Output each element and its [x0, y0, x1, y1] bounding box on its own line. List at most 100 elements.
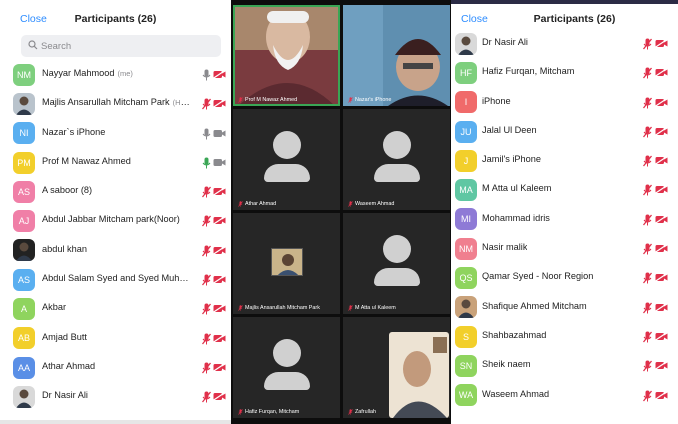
- participant-row[interactable]: Dr Nasir Ali: [0, 382, 231, 411]
- participant-row[interactable]: SN Sheik naem: [451, 351, 678, 380]
- camera-off-icon[interactable]: [655, 244, 668, 254]
- camera-off-icon[interactable]: [655, 390, 668, 400]
- mic-muted-icon[interactable]: [643, 331, 652, 343]
- participant-row[interactable]: JU Jalal Ul Deen: [451, 117, 678, 146]
- camera-off-icon[interactable]: [213, 245, 226, 255]
- mic-muted-icon[interactable]: [643, 97, 652, 109]
- participant-row[interactable]: QS Qamar Syed - Noor Region: [451, 263, 678, 292]
- mic-icon[interactable]: [202, 128, 211, 140]
- mic-muted-icon[interactable]: [643, 38, 652, 50]
- participant-row[interactable]: MA M Atta ul Kaleem: [451, 175, 678, 204]
- participant-row[interactable]: MI Mohammad idris: [451, 205, 678, 234]
- mic-muted-icon[interactable]: [202, 186, 211, 198]
- participant-name-text: A saboor (8): [42, 185, 93, 196]
- participant-row[interactable]: Dr Nasir Ali: [451, 29, 678, 58]
- camera-off-icon[interactable]: [213, 392, 226, 402]
- video-name-label: M Atta ul Kaleem: [348, 305, 396, 311]
- camera-off-icon[interactable]: [655, 273, 668, 283]
- camera-off-icon[interactable]: [655, 39, 668, 48]
- mic-muted-icon[interactable]: [202, 274, 211, 286]
- participant-row[interactable]: abdul khan: [0, 236, 231, 265]
- participant-row[interactable]: J Jamil's iPhone: [451, 146, 678, 175]
- participant-name-text: Qamar Syed - Noor Region: [482, 271, 594, 282]
- mic-muted-icon[interactable]: [643, 67, 652, 79]
- camera-off-icon[interactable]: [213, 333, 226, 343]
- mic-muted-icon[interactable]: [643, 360, 652, 372]
- participant-row[interactable]: HF Hafiz Furqan, Mitcham: [451, 58, 678, 87]
- video-tile[interactable]: Zafrullah: [343, 317, 450, 418]
- participant-row[interactable]: AA Athar Ahmad: [0, 353, 231, 382]
- avatar: AB: [13, 327, 35, 350]
- participant-name-text: Dr Nasir Ali: [482, 37, 528, 47]
- camera-off-icon[interactable]: [655, 361, 668, 371]
- camera-off-icon[interactable]: [213, 275, 226, 285]
- camera-off-icon[interactable]: [655, 302, 668, 312]
- video-tile[interactable]: Majlis Ansarullah Mitcham Park: [233, 213, 340, 314]
- mic-muted-icon[interactable]: [643, 272, 652, 284]
- mic-muted-icon[interactable]: [643, 243, 652, 255]
- video-tile[interactable]: Athar Ahmad: [233, 109, 340, 210]
- camera-off-icon[interactable]: [655, 214, 668, 224]
- participant-row[interactable]: AS Abdul Salam Syed and Syed Muha...: [0, 265, 231, 294]
- participant-name-text: Athar Ahmad: [42, 360, 96, 371]
- mic-muted-icon[interactable]: [202, 215, 211, 227]
- participant-row[interactable]: PM Prof M Nawaz Ahmed: [0, 148, 231, 177]
- participant-row[interactable]: WA Waseem Ahmad: [451, 381, 678, 410]
- participant-row[interactable]: AS A saboor (8): [0, 177, 231, 206]
- video-tile[interactable]: Prof M Nawaz Ahmed: [233, 5, 340, 106]
- video-grid: Prof M Nawaz Ahmed Nazar's iPhone Athar Ah…: [231, 0, 451, 424]
- camera-off-icon[interactable]: [213, 304, 226, 314]
- avatar: [13, 92, 35, 115]
- search-box[interactable]: [21, 35, 221, 57]
- participant-row[interactable]: NM Nasir malik: [451, 234, 678, 263]
- camera-off-icon[interactable]: [213, 187, 226, 197]
- participant-row[interactable]: IiPhone: [451, 88, 678, 117]
- mic-muted-icon[interactable]: [202, 98, 211, 110]
- participant-name-text: Abdul Jabbar Mitcham park(Noor): [42, 214, 180, 225]
- camera-off-icon[interactable]: [655, 331, 668, 341]
- mic-muted-icon[interactable]: [643, 214, 652, 226]
- camera-off-icon[interactable]: [655, 68, 668, 78]
- mic-muted-icon[interactable]: [643, 126, 652, 138]
- mic-muted-icon[interactable]: [643, 184, 652, 196]
- camera-off-icon[interactable]: [655, 97, 668, 107]
- participant-name-text: Majlis Ansarullah Mitcham Park: [42, 97, 170, 108]
- video-tile[interactable]: Waseem Ahmad: [343, 109, 450, 210]
- participant-row[interactable]: AJ Abdul Jabbar Mitcham park(Noor): [0, 206, 231, 235]
- camera-off-icon[interactable]: [655, 156, 668, 166]
- search-input[interactable]: [41, 38, 211, 54]
- mic-muted-icon[interactable]: [643, 155, 652, 167]
- mic-icon[interactable]: [202, 69, 211, 81]
- video-tile[interactable]: Hafiz Furqan, Mitcham: [233, 317, 340, 418]
- camera-off-icon[interactable]: [213, 99, 226, 109]
- mic-muted-icon[interactable]: [202, 333, 211, 345]
- camera-icon[interactable]: [213, 129, 226, 138]
- camera-off-icon[interactable]: [213, 216, 226, 226]
- mic-muted-icon[interactable]: [643, 390, 652, 402]
- participant-row[interactable]: Majlis Ansarullah Mitcham Park (Host): [0, 89, 231, 118]
- participant-list: NM Nayyar Mahmood (me) Majlis Ansarullah Mi…: [0, 60, 231, 412]
- video-tile[interactable]: Nazar's iPhone: [343, 5, 450, 106]
- participant-row[interactable]: A Akbar: [0, 294, 231, 323]
- participant-name-text: Mohammad idris: [482, 212, 550, 223]
- camera-off-icon[interactable]: [213, 70, 226, 79]
- mic-muted-icon[interactable]: [643, 302, 652, 314]
- camera-icon[interactable]: [213, 158, 226, 167]
- video-name-text: Zafrullah: [355, 409, 376, 415]
- participant-row[interactable]: S Shahbazahmad: [451, 322, 678, 351]
- mic-icon[interactable]: [202, 157, 211, 169]
- video-name-text: Hafiz Furqan, Mitcham: [245, 409, 300, 415]
- camera-off-icon[interactable]: [655, 126, 668, 136]
- participant-row[interactable]: NM Nayyar Mahmood (me): [0, 60, 231, 89]
- participant-row[interactable]: NI Nazar`s iPhone: [0, 119, 231, 148]
- participant-row[interactable]: Shafique Ahmed Mitcham: [451, 293, 678, 322]
- video-tile[interactable]: M Atta ul Kaleem: [343, 213, 450, 314]
- mic-muted-icon[interactable]: [202, 391, 211, 403]
- mic-muted-icon[interactable]: [202, 303, 211, 315]
- mic-muted-icon[interactable]: [202, 362, 211, 374]
- participant-list: Dr Nasir Ali HF Hafiz Furqan, Mitcham IiPho…: [451, 29, 678, 410]
- mic-muted-icon[interactable]: [202, 245, 211, 257]
- camera-off-icon[interactable]: [213, 362, 226, 372]
- camera-off-icon[interactable]: [655, 185, 668, 195]
- participant-row[interactable]: AB Amjad Butt: [0, 324, 231, 353]
